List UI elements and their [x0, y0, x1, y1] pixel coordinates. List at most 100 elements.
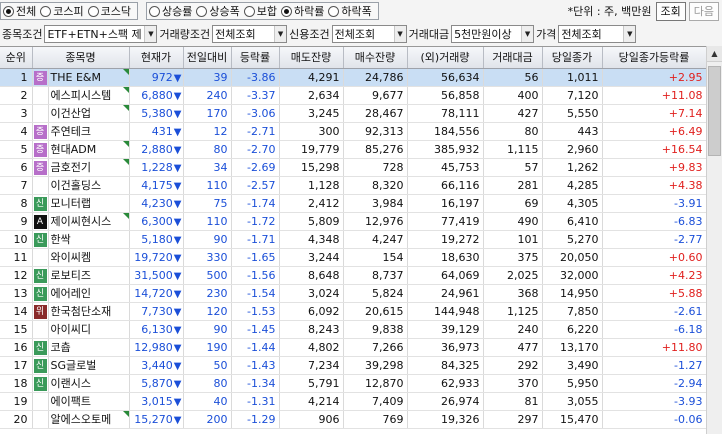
stock-name-cell[interactable]: THE E&M: [48, 68, 130, 87]
down-triangle-icon: ▼: [173, 342, 182, 354]
sort-radio-3[interactable]: 하락률: [281, 3, 324, 19]
table-row[interactable]: 2 에스피시스템 6,880▼ 240 -3.37 2,634 9,677 56,858 400…: [0, 86, 706, 105]
stock-name-cell[interactable]: 이랜시스: [48, 374, 130, 393]
radio-circle-icon: [328, 5, 340, 17]
price-condition-select[interactable]: 전체조회 ▼: [558, 24, 637, 43]
stock-name-cell[interactable]: 아이씨디: [48, 320, 130, 339]
stock-condition-value: ETF+ETN+스팩 제: [47, 27, 142, 41]
col-header-diff[interactable]: 전일대비: [183, 47, 232, 69]
stock-name-cell[interactable]: 제이씨현시스: [48, 212, 130, 231]
stock-name-cell[interactable]: 에어레인: [48, 284, 130, 303]
col-header-close[interactable]: 당일종가: [542, 47, 603, 69]
radio-label: 코스피: [53, 5, 84, 18]
next-button[interactable]: 다음: [688, 1, 719, 21]
rank-cell: 2: [0, 86, 33, 105]
table-row[interactable]: 14 위 한국첨단소재 7,730▼ 120 -1.53 6,092 20,615 144,94…: [0, 302, 706, 321]
volume-condition-select[interactable]: 전체조회 ▼: [212, 24, 288, 43]
stock-name-cell[interactable]: 주연테크: [48, 122, 130, 141]
stock-status-badge: 신: [33, 268, 47, 283]
scrollbar-thumb[interactable]: [708, 66, 721, 156]
rate-cell: -1.54: [231, 284, 280, 303]
vertical-scrollbar[interactable]: ▲: [706, 46, 722, 434]
table-row[interactable]: 13 신 에어레인 14,720▼ 230 -1.54 3,024 5,824 24,961 36…: [0, 284, 706, 303]
close-cell: 32,000: [542, 266, 603, 285]
table-row[interactable]: 9 A 제이씨현시스 6,300▼ 110 -1.72 5,809 12,976 77,419 4…: [0, 212, 706, 231]
stock-name-cell[interactable]: 알에스오토메: [48, 410, 130, 429]
table-row[interactable]: 17 신 SG글로벌 3,440▼ 50 -1.43 7,234 39,298 84,325 29…: [0, 356, 706, 375]
credit-condition-select[interactable]: 전체조회 ▼: [331, 24, 407, 43]
stock-name-cell[interactable]: 이건산업: [48, 104, 130, 123]
sort-radio-1[interactable]: 상승폭: [196, 3, 240, 19]
col-header-rank[interactable]: 순위: [0, 47, 33, 69]
table-row[interactable]: 18 신 이랜시스 5,870▼ 80 -1.34 5,791 12,870 62,933 370…: [0, 374, 706, 393]
stock-name-cell[interactable]: 한국첨단소재: [48, 302, 130, 321]
stock-name-cell[interactable]: 에스피시스템: [48, 86, 130, 105]
table-row[interactable]: 12 신 로보티즈 31,500▼ 500 -1.56 8,648 8,737 64,069 2,…: [0, 266, 706, 285]
col-header-ask[interactable]: 매도잔량: [279, 47, 344, 69]
stock-status-badge: A: [33, 214, 47, 229]
table-row[interactable]: 6 증 금호전기 1,228▼ 34 -2.69 15,298 728 45,753 57 1,26…: [0, 158, 706, 177]
ask-cell: 3,024: [279, 284, 344, 303]
scroll-up-icon[interactable]: ▲: [707, 46, 722, 62]
col-header-volume[interactable]: (외)거래량: [407, 47, 484, 69]
rank-cell: 1: [0, 68, 33, 87]
table-row[interactable]: 11 와이씨켐 19,720▼ 330 -1.65 3,244 154 18,630 375 20…: [0, 248, 706, 267]
col-header-rate[interactable]: 등락률: [231, 47, 280, 69]
table-row[interactable]: 1 증 THE E&M 972▼ 39 -3.86 4,291 24,786 56,634 56 1…: [0, 68, 706, 87]
stock-name-cell[interactable]: 에이팩트: [48, 392, 130, 411]
table-row[interactable]: 16 신 코츕 12,980▼ 190 -1.44 4,802 7,266 36,973 477 1…: [0, 338, 706, 357]
diff-cell: 200: [183, 410, 232, 429]
stock-name-cell[interactable]: 이건홀딩스: [48, 176, 130, 195]
stock-name-cell[interactable]: 금호전기: [48, 158, 130, 177]
stock-name: 이랜시스: [50, 377, 91, 390]
table-row[interactable]: 19 에이팩트 3,015▼ 40 -1.31 4,214 7,409 26,974 81 3,0…: [0, 392, 706, 411]
col-header-price[interactable]: 현재가: [129, 47, 184, 69]
table-row[interactable]: 7 이건홀딩스 4,175▼ 110 -2.57 1,128 8,320 66,116 281 4…: [0, 176, 706, 195]
table-row[interactable]: 5 증 현대ADM 2,880▼ 80 -2.70 19,779 85,276 385,932 1…: [0, 140, 706, 159]
stock-name-cell[interactable]: 한싹: [48, 230, 130, 249]
sort-radio-0[interactable]: 상승률: [149, 3, 192, 19]
amount-cell: 240: [483, 320, 543, 339]
bid-cell: 20,615: [343, 302, 408, 321]
table-row[interactable]: 8 신 모니터랩 4,230▼ 75 -1.74 2,412 3,984 16,197 69 4,3…: [0, 194, 706, 213]
table-row[interactable]: 4 증 주연테크 431▼ 12 -2.71 300 92,313 184,556 80 443 +6…: [0, 122, 706, 141]
price-cell: 6,300▼: [129, 212, 184, 231]
table-row[interactable]: 20 알에스오토메 15,270▼ 200 -1.29 906 769 19,326 297 15…: [0, 410, 706, 429]
price-cell: 4,175▼: [129, 176, 184, 195]
col-header-close-rate[interactable]: 당일종가등락률: [602, 47, 706, 69]
down-triangle-icon: ▼: [173, 198, 182, 210]
col-header-bid[interactable]: 매수잔량: [343, 47, 408, 69]
stock-condition-select[interactable]: ETF+ETN+스팩 제 ▼: [44, 24, 158, 43]
sort-radio-4[interactable]: 하락폭: [328, 3, 372, 19]
close-cell: 4,305: [542, 194, 603, 213]
close-rate-cell: -2.94: [602, 374, 706, 393]
stock-name-cell[interactable]: 로보티즈: [48, 266, 130, 285]
bid-cell: 3,984: [343, 194, 408, 213]
amount-condition-select[interactable]: 5천만원이상 ▼: [451, 24, 535, 43]
rank-cell: 3: [0, 104, 33, 123]
col-header-name[interactable]: 종목명: [32, 47, 130, 69]
market-radio-0[interactable]: 전체: [3, 3, 36, 19]
search-button[interactable]: 조회: [655, 1, 686, 21]
stock-name-cell[interactable]: SG글로벌: [48, 356, 130, 375]
stock-name-cell[interactable]: 현대ADM: [48, 140, 130, 159]
rank-cell: 5: [0, 140, 33, 159]
stock-name: 에스피시스템: [50, 89, 112, 102]
ask-cell: 2,412: [279, 194, 344, 213]
amount-cell: 400: [483, 86, 543, 105]
chevron-down-icon: ▼: [144, 25, 157, 42]
stock-name-cell[interactable]: 모니터랩: [48, 194, 130, 213]
table-row[interactable]: 10 신 한싹 5,180▼ 90 -1.71 4,348 4,247 19,272 101 5,2…: [0, 230, 706, 249]
stock-name-cell[interactable]: 와이씨켐: [48, 248, 130, 267]
amount-cell: 370: [483, 374, 543, 393]
rate-cell: -1.53: [231, 302, 280, 321]
market-radio-1[interactable]: 코스피: [40, 3, 84, 19]
col-header-amount[interactable]: 거래대금: [483, 47, 543, 69]
stock-name-cell[interactable]: 코츕: [48, 338, 130, 357]
stock-name: 한국첨단소재: [50, 305, 112, 318]
table-row[interactable]: 3 이건산업 5,380▼ 170 -3.06 3,245 28,467 78,111 427 5…: [0, 104, 706, 123]
price-value: 6,880: [141, 88, 173, 102]
market-radio-2[interactable]: 코스닥: [87, 3, 131, 19]
sort-radio-2[interactable]: 보합: [243, 3, 277, 19]
table-row[interactable]: 15 아이씨디 6,130▼ 90 -1.45 8,243 9,838 39,129 240 6,…: [0, 320, 706, 339]
